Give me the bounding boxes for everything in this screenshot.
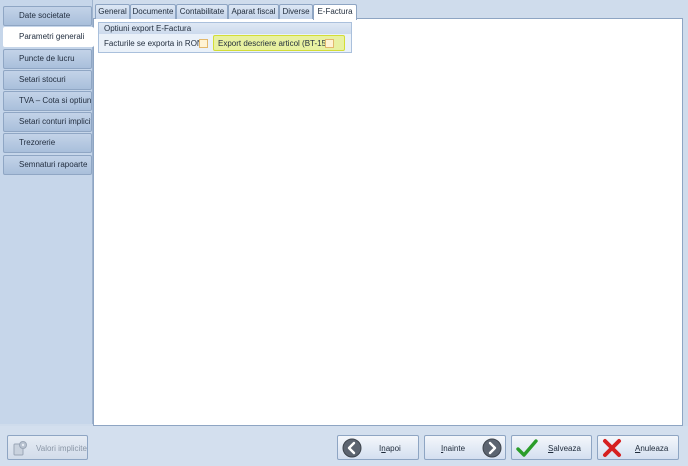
sidebar-item-label: Date societate (19, 11, 71, 20)
next-button[interactable]: Inainte (424, 435, 506, 460)
sidebar-item-tva[interactable]: TVA – Cota si optiuni (3, 91, 92, 111)
back-button-label: Inapoi (379, 444, 401, 453)
tab-content-panel (93, 18, 683, 426)
tab-general[interactable]: General (95, 4, 130, 19)
back-button[interactable]: Inapoi (337, 435, 419, 460)
tab-label: General (98, 7, 127, 16)
group-title: Optiuni export E-Factura (99, 23, 351, 34)
cancel-button[interactable]: Anuleaza (597, 435, 679, 460)
sidebar: Date societate Parametri generali Puncte… (0, 0, 94, 424)
sidebar-item-trezorerie[interactable]: Trezorerie (3, 133, 92, 153)
tab-contabilitate[interactable]: Contabilitate (176, 4, 228, 19)
sidebar-item-label: Parametri generali (19, 32, 85, 41)
valori-implicite-label: Valori implicite (36, 444, 87, 453)
close-icon (603, 439, 621, 457)
sidebar-item-label: TVA – Cota si optiuni (19, 96, 92, 105)
sidebar-item-date-societate[interactable]: Date societate (3, 6, 92, 26)
tab-label: Diverse (282, 7, 310, 16)
sidebar-item-setari-conturi[interactable]: Setari conturi implicite (3, 112, 92, 132)
sidebar-item-label: Semnaturi rapoarte (19, 160, 88, 169)
save-button-label: Salveaza (548, 444, 581, 453)
defaults-icon (13, 441, 27, 456)
tab-e-factura[interactable]: E-Factura (313, 4, 357, 20)
settings-window: Date societate Parametri generali Puncte… (0, 0, 688, 466)
save-button[interactable]: Salveaza (511, 435, 592, 460)
sidebar-item-semnaturi-rapoarte[interactable]: Semnaturi rapoarte (3, 155, 92, 175)
tab-label: Aparat fiscal (231, 7, 276, 16)
sidebar-item-parametri-generali[interactable]: Parametri generali (3, 27, 94, 47)
option-export-ron-label: Facturile se exporta in RON (104, 39, 203, 48)
sidebar-item-setari-stocuri[interactable]: Setari stocuri (3, 70, 92, 90)
tab-documente[interactable]: Documente (130, 4, 176, 19)
next-button-label: Inainte (441, 444, 466, 453)
cancel-button-label: Anuleaza (635, 444, 669, 453)
sidebar-item-label: Setari stocuri (19, 75, 66, 84)
sidebar-item-puncte-de-lucru[interactable]: Puncte de lucru (3, 49, 92, 69)
tab-label: E-Factura (317, 7, 353, 16)
option-export-descriere-checkbox[interactable] (325, 39, 334, 48)
tab-label: Contabilitate (179, 7, 225, 16)
arrow-right-icon (482, 438, 502, 458)
valori-implicite-button[interactable]: Valori implicite (7, 435, 88, 460)
checkmark-icon (516, 439, 538, 457)
option-export-descriere-label: Export descriere articol (BT-154) (218, 39, 334, 48)
option-export-ron-checkbox[interactable] (199, 39, 208, 48)
arrow-left-icon (342, 438, 362, 458)
tab-aparat-fiscal[interactable]: Aparat fiscal (228, 4, 279, 19)
tab-label: Documente (132, 7, 174, 16)
sidebar-item-label: Setari conturi implicite (19, 117, 92, 126)
tab-diverse[interactable]: Diverse (279, 4, 313, 19)
bottom-button-bar: Valori implicite Inapoi Inainte Salveaza (0, 426, 688, 466)
sidebar-item-label: Trezorerie (19, 138, 56, 147)
sidebar-item-label: Puncte de lucru (19, 54, 75, 63)
